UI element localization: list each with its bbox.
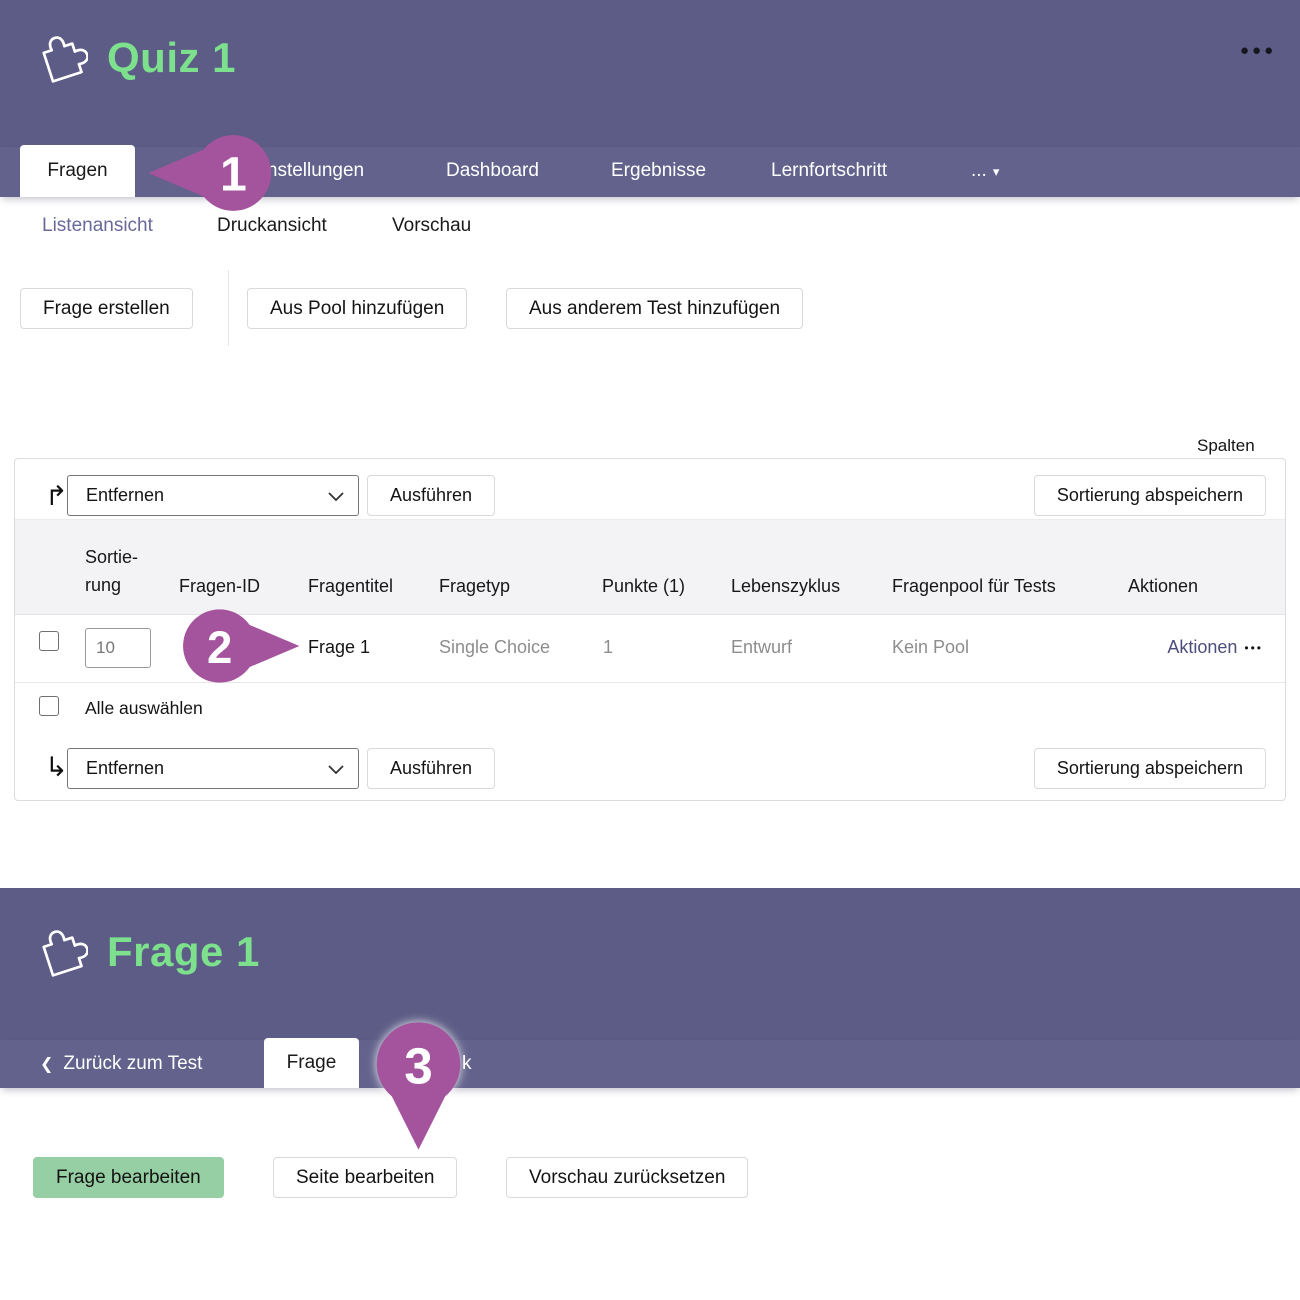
bulk-action-value: Entfernen	[86, 485, 164, 506]
sort-order-input[interactable]	[85, 628, 151, 668]
back-label: Zurück zum Test	[63, 1053, 202, 1074]
ellipsis-icon: •••	[1244, 641, 1263, 655]
col-fragentitel: Fragentitel	[308, 573, 393, 601]
frage-bearbeiten-button[interactable]: Frage bearbeiten	[33, 1157, 224, 1198]
aus-anderem-test-hinzufuegen-button[interactable]: Aus anderem Test hinzufügen	[506, 288, 803, 329]
quiz-tabbar: Einstellungen Dashboard Ergebnisse Lernf…	[0, 147, 1300, 197]
table-header-row: Sortie- rung Fragen-ID Fragentitel Frage…	[15, 519, 1285, 615]
page-title: Quiz 1	[107, 34, 236, 82]
spalten-link[interactable]: Spalten	[1197, 436, 1255, 456]
page: Quiz 1 ●●● Einstellungen Dashboard Ergeb…	[0, 0, 1300, 1300]
row-pool: Kein Pool	[892, 637, 969, 658]
tab-more[interactable]: ... ▾	[971, 160, 999, 182]
tab-frage-active[interactable]: Frage	[264, 1038, 359, 1088]
tab-fragen-active[interactable]: Fragen	[20, 145, 135, 197]
subtab-vorschau[interactable]: Vorschau	[392, 215, 471, 237]
sortierung-abspeichern-button-bottom[interactable]: Sortierung abspeichern	[1034, 748, 1266, 789]
row-checkbox[interactable]	[39, 631, 59, 651]
chevron-left-icon: ❮	[40, 1056, 53, 1073]
zurueck-zum-test-link[interactable]: ❮ Zurück zum Test	[40, 1053, 202, 1075]
tab-more-label: ...	[971, 160, 987, 181]
row-points: 1	[603, 637, 613, 658]
select-all-row: Alle auswählen	[15, 683, 1285, 739]
apply-to-selected-down-arrow-icon: ↳	[45, 754, 68, 781]
bulk-action-select-bottom[interactable]: Entfernen	[67, 748, 359, 789]
quiz-header: Quiz 1 ●●●	[0, 0, 1300, 147]
puzzle-piece-icon	[28, 918, 88, 983]
tab-lernfortschritt[interactable]: Lernfortschritt	[771, 160, 887, 182]
chevron-down-icon	[328, 492, 344, 502]
frage-tabbar: ❮ Zurück zum Test k Frage	[0, 1040, 1300, 1088]
ausfuehren-button-top[interactable]: Ausführen	[367, 475, 495, 516]
vorschau-zuruecksetzen-button[interactable]: Vorschau zurücksetzen	[506, 1157, 748, 1198]
select-all-checkbox[interactable]	[39, 696, 59, 716]
chevron-down-icon	[328, 765, 344, 775]
col-aktionen: Aktionen	[1128, 573, 1198, 601]
row-question-title: Frage 1	[308, 637, 370, 658]
select-all-label: Alle auswählen	[85, 698, 203, 719]
sortierung-abspeichern-button-top[interactable]: Sortierung abspeichern	[1034, 475, 1266, 516]
bulk-action-value: Entfernen	[86, 758, 164, 779]
col-fragen-id: Fragen-ID	[179, 573, 260, 601]
row-actions-label: Aktionen	[1167, 637, 1237, 658]
header-actions-menu-icon[interactable]: ●●●	[1240, 42, 1276, 59]
frage-header: Frage 1	[0, 888, 1300, 1040]
col-fragenpool: Fragenpool für Tests	[892, 573, 1056, 601]
col-lebenszyklus: Lebenszyklus	[731, 573, 840, 601]
frage-erstellen-button[interactable]: Frage erstellen	[20, 288, 193, 329]
toolbar-divider	[228, 270, 229, 346]
seite-bearbeiten-button[interactable]: Seite bearbeiten	[273, 1157, 457, 1198]
ausfuehren-button-bottom[interactable]: Ausführen	[367, 748, 495, 789]
col-fragetyp: Fragetyp	[439, 573, 510, 601]
subtab-druckansicht[interactable]: Druckansicht	[217, 215, 327, 237]
tab-partially-covered[interactable]: k	[462, 1053, 472, 1075]
tab-einstellungen[interactable]: Einstellungen	[250, 160, 364, 182]
tab-dashboard[interactable]: Dashboard	[446, 160, 539, 182]
row-actions-dropdown[interactable]: Aktionen •••	[1167, 637, 1263, 658]
question-table: ↱ Entfernen Ausführen Sortierung abspeic…	[14, 458, 1286, 801]
table-row: Frage 1 Single Choice 1 Entwurf Kein Poo…	[15, 615, 1285, 683]
bulk-action-select-top[interactable]: Entfernen	[67, 475, 359, 516]
subtab-listenansicht[interactable]: Listenansicht	[42, 215, 153, 237]
col-punkte: Punkte (1)	[602, 573, 685, 601]
page-title: Frage 1	[107, 928, 260, 976]
tab-ergebnisse[interactable]: Ergebnisse	[611, 160, 706, 182]
row-lifecycle: Entwurf	[731, 637, 792, 658]
chevron-down-icon: ▾	[993, 164, 1000, 179]
row-question-type: Single Choice	[439, 637, 550, 658]
col-sortierung: Sortie- rung	[85, 544, 138, 600]
aus-pool-hinzufuegen-button[interactable]: Aus Pool hinzufügen	[247, 288, 467, 329]
puzzle-piece-icon	[28, 24, 88, 89]
apply-to-selected-up-arrow-icon: ↱	[45, 483, 68, 510]
